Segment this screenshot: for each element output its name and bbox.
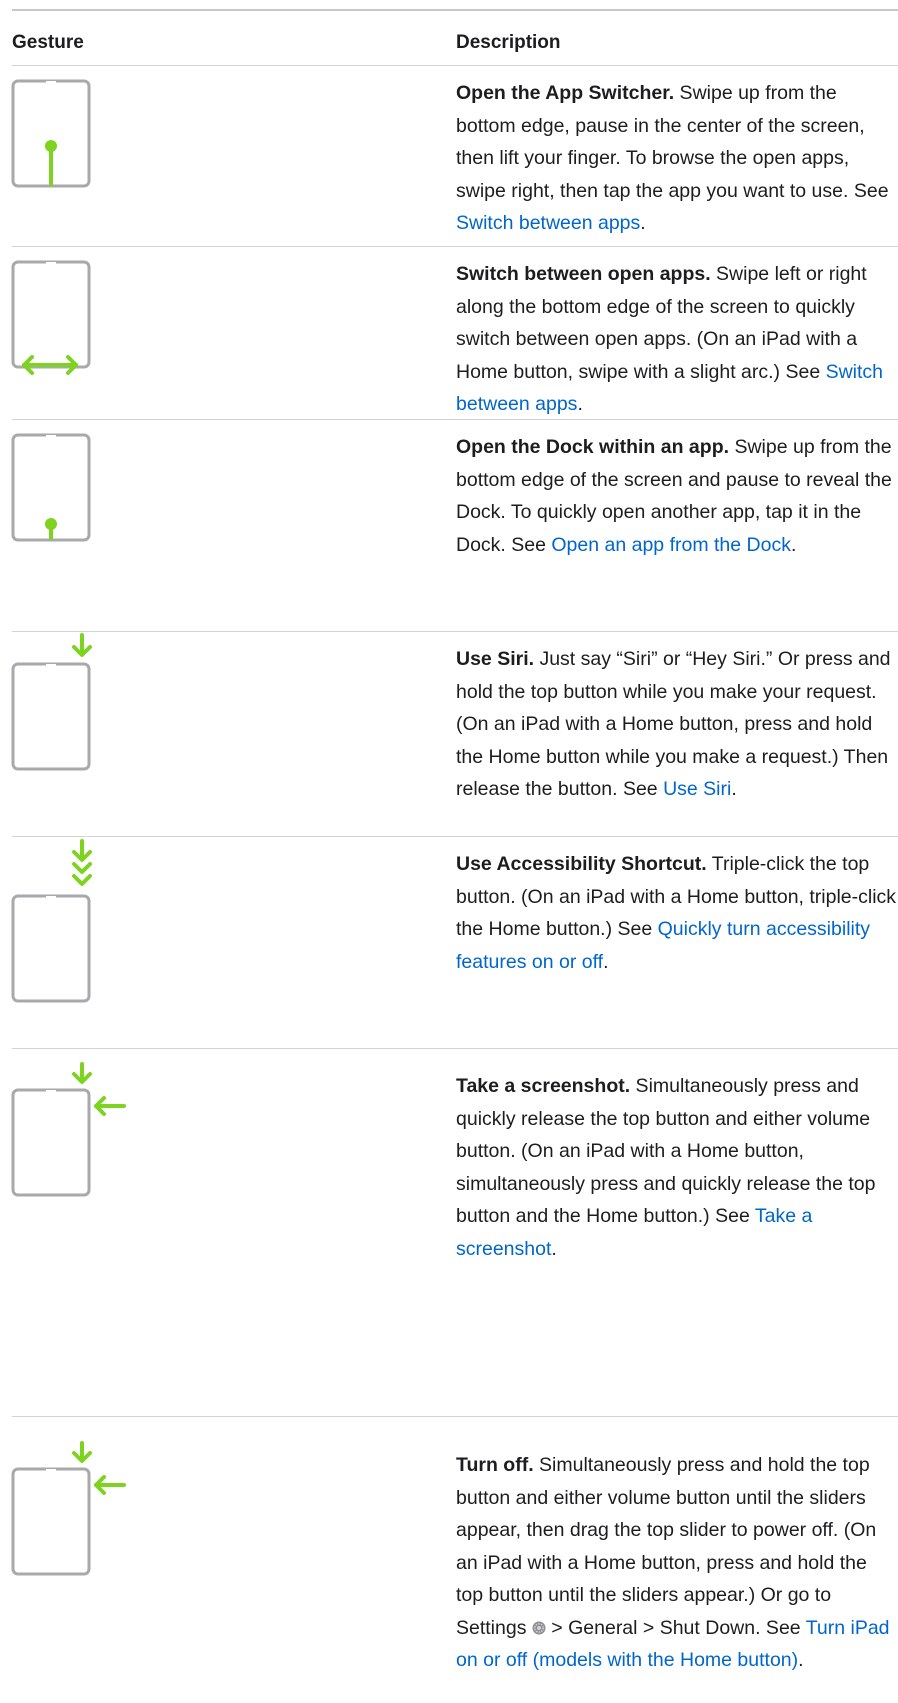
row-title: Open the Dock within an app. (456, 436, 730, 458)
row-title: Switch between open apps. (456, 263, 711, 285)
row-description: Switch between open apps. Swipe left or … (456, 263, 884, 415)
row-title: Take a screenshot. (456, 1075, 631, 1097)
row-title: Use Siri. (456, 648, 535, 670)
link-switch-between-apps[interactable]: Switch between apps (456, 212, 640, 234)
swipe-up-short-gesture-icon (11, 420, 152, 550)
row-description: Open the Dock within an app. Swipe up fr… (456, 436, 892, 556)
table-header: Gesture Description (12, 11, 898, 65)
row-description: Turn off. Simultaneously press and hold … (456, 1454, 890, 1671)
link-open-app-from-dock[interactable]: Open an app from the Dock (551, 534, 791, 556)
swipe-up-pause-gesture-icon (11, 66, 152, 196)
press-top-and-volume-buttons-icon (11, 1049, 152, 1197)
link-use-siri[interactable]: Use Siri (663, 778, 731, 800)
row-description: Open the App Switcher. Swipe up from the… (456, 82, 889, 234)
row-description: Use Accessibility Shortcut. Triple-click… (456, 853, 897, 973)
press-hold-top-and-volume-buttons-icon (11, 1417, 152, 1576)
press-top-button-icon (11, 632, 152, 771)
settings-gear-icon (532, 1621, 546, 1635)
header-gesture: Gesture (12, 32, 84, 53)
swipe-left-right-gesture-icon (11, 247, 152, 377)
row-title: Turn off. (456, 1454, 534, 1476)
row-description: Use Siri. Just say “Siri” or “Hey Siri.”… (456, 648, 891, 800)
header-description: Description (456, 32, 561, 53)
row-title: Use Accessibility Shortcut. (456, 853, 707, 875)
row-description: Take a screenshot. Simultaneously press … (456, 1075, 876, 1260)
row-title: Open the App Switcher. (456, 82, 675, 104)
triple-click-top-button-icon (11, 837, 152, 1003)
